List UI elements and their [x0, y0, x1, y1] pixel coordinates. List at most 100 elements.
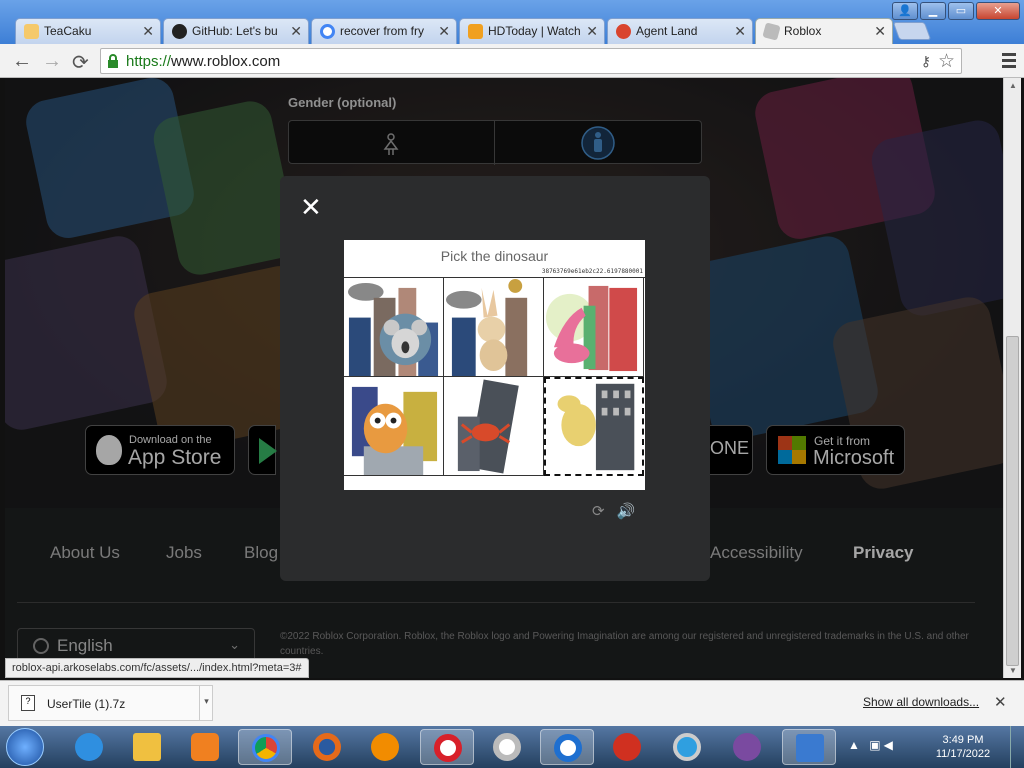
- tab-close-icon[interactable]: ✕: [586, 23, 598, 40]
- tray-chevron-icon[interactable]: ▲: [848, 738, 863, 752]
- taskbar-remote[interactable]: [782, 729, 836, 765]
- tab-close-icon[interactable]: ✕: [734, 23, 746, 40]
- captcha-controls: ⟳🔊: [592, 502, 647, 520]
- github-icon: [172, 24, 187, 39]
- audio-icon[interactable]: 🔊: [617, 503, 648, 520]
- captcha-tile-owl[interactable]: [344, 377, 444, 476]
- opera-blue-icon: [554, 734, 582, 762]
- browser-toolbar: ← → ⟳ https://www.roblox.com ⚷ ☆: [0, 44, 1024, 78]
- taskbar-opera-blue[interactable]: [540, 729, 594, 765]
- tab-label: Agent Land: [636, 24, 698, 38]
- taskbar-quicktime[interactable]: [660, 729, 714, 765]
- tab-google[interactable]: recover from fry ✕: [311, 18, 457, 44]
- captcha-tile-koala[interactable]: [344, 278, 444, 377]
- url-text: https://www.roblox.com: [126, 53, 280, 70]
- clock-time: 3:49 PM: [942, 734, 984, 746]
- download-file-name: UserTile (1).7z: [47, 697, 126, 711]
- tab-close-icon[interactable]: ✕: [142, 23, 154, 40]
- reload-button[interactable]: ⟳: [72, 50, 89, 75]
- close-icon[interactable]: ✕: [300, 194, 322, 220]
- bookmark-star-icon[interactable]: ☆: [938, 50, 955, 73]
- taskbar-chrome[interactable]: [238, 729, 292, 765]
- captcha-image-grid: [344, 277, 645, 477]
- roblox-page: Gender (optional) Download on the App St…: [5, 78, 1003, 678]
- tab-github[interactable]: GitHub: Let's bu ✕: [163, 18, 309, 44]
- taskbar-clock[interactable]: 3:49 PM 11/17/2022: [930, 733, 996, 761]
- scroll-up-icon[interactable]: ▲: [1009, 81, 1017, 90]
- tab-roblox[interactable]: Roblox ✕: [755, 18, 893, 44]
- quicktime-icon: [673, 733, 701, 761]
- taskbar-tor[interactable]: [720, 729, 774, 765]
- tab-label: recover from fry: [340, 24, 425, 38]
- show-desktop-button[interactable]: [1010, 726, 1024, 768]
- close-icon[interactable]: ✕: [994, 693, 1007, 711]
- url-scheme: https://: [126, 53, 172, 70]
- media-player-icon: [191, 733, 219, 761]
- file-icon: ?: [21, 695, 35, 711]
- agentland-icon: [616, 24, 631, 39]
- new-tab-button[interactable]: [892, 22, 932, 40]
- network-icon[interactable]: ▣: [869, 738, 883, 752]
- opera-icon: [434, 734, 462, 762]
- system-tray: ▲ ▣◀: [848, 738, 896, 752]
- taskbar-explorer[interactable]: [120, 729, 174, 765]
- forward-button[interactable]: →: [42, 50, 62, 73]
- captcha-tile-crab[interactable]: [444, 377, 544, 476]
- tab-close-icon[interactable]: ✕: [290, 23, 302, 40]
- lock-icon: [108, 54, 118, 68]
- folder-icon: [133, 733, 161, 761]
- taskbar-media-player[interactable]: [178, 729, 232, 765]
- url-host: www.roblox.com: [171, 53, 281, 70]
- captcha-session-id: 38763769e61eb2c22.6197880001: [541, 268, 643, 275]
- maximize-button[interactable]: ▭: [948, 2, 974, 20]
- page-scrollbar[interactable]: ▲ ▼: [1003, 78, 1021, 678]
- window-controls: 👤 ▁ ▭ ✕: [890, 2, 1020, 20]
- ccleaner-icon: [613, 733, 641, 761]
- tab-hdtoday[interactable]: HDToday | Watch ✕: [459, 18, 605, 44]
- remote-desktop-icon: [796, 734, 824, 762]
- scroll-down-icon[interactable]: ▼: [1009, 666, 1017, 675]
- taskbar-firefox[interactable]: [300, 729, 354, 765]
- scrollbar-thumb[interactable]: [1006, 336, 1019, 666]
- tab-label: HDToday | Watch: [488, 24, 581, 38]
- tab-teacaku[interactable]: TeaCaku ✕: [15, 18, 161, 44]
- downloads-shelf: ? UserTile (1).7z ▾ Show all downloads..…: [0, 680, 1024, 726]
- show-all-downloads-link[interactable]: Show all downloads...: [863, 695, 979, 709]
- browser-tabbar: TeaCaku ✕ GitHub: Let's bu ✕ recover fro…: [0, 0, 1024, 44]
- chevron-down-icon[interactable]: ▾: [199, 686, 213, 720]
- captcha-tile-dog[interactable]: [544, 377, 644, 476]
- key-icon[interactable]: ⚷: [921, 53, 931, 70]
- tab-label: GitHub: Let's bu: [192, 24, 278, 38]
- user-icon[interactable]: 👤: [892, 2, 918, 20]
- captcha-tile-dinosaur[interactable]: [544, 278, 644, 377]
- minimize-button[interactable]: ▁: [920, 2, 946, 20]
- captcha-title: Pick the dinosaur: [440, 248, 549, 264]
- download-item[interactable]: ? UserTile (1).7z ▾: [8, 685, 213, 721]
- windows-taskbar: ▲ ▣◀ 3:49 PM 11/17/2022: [0, 726, 1024, 768]
- clock-date: 11/17/2022: [935, 748, 991, 760]
- roblox-icon: [762, 22, 781, 41]
- tab-close-icon[interactable]: ✕: [874, 23, 886, 40]
- captcha-tile-rabbit[interactable]: [444, 278, 544, 377]
- taskbar-ie[interactable]: [62, 729, 116, 765]
- menu-icon[interactable]: [1002, 53, 1016, 71]
- tab-close-icon[interactable]: ✕: [438, 23, 450, 40]
- hdtoday-icon: [468, 24, 483, 39]
- back-button[interactable]: ←: [12, 50, 32, 73]
- tor-icon: [733, 733, 761, 761]
- taskbar-avast[interactable]: [358, 729, 412, 765]
- captcha-challenge: Pick the dinosaur 38763769e61eb2c22.6197…: [344, 240, 645, 490]
- start-button[interactable]: [6, 728, 44, 766]
- tab-label: TeaCaku: [44, 24, 92, 38]
- firefox-icon: [313, 733, 341, 761]
- tab-agent-land[interactable]: Agent Land ✕: [607, 18, 753, 44]
- taskbar-opera-gray[interactable]: [480, 729, 534, 765]
- window-close-button[interactable]: ✕: [976, 2, 1020, 20]
- volume-icon[interactable]: ◀: [884, 738, 896, 752]
- opera-gray-icon: [493, 733, 521, 761]
- reload-icon[interactable]: ⟳: [592, 503, 617, 520]
- taskbar-opera[interactable]: [420, 729, 474, 765]
- taskbar-ccleaner[interactable]: [600, 729, 654, 765]
- chrome-icon: [252, 734, 280, 762]
- address-bar[interactable]: https://www.roblox.com ⚷ ☆: [100, 48, 962, 74]
